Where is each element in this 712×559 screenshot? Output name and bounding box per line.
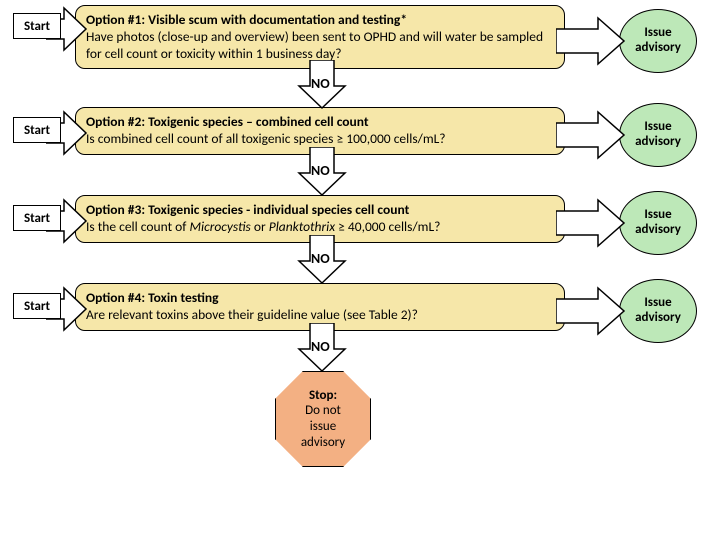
issue-line2: advisory [635,223,681,238]
option-title: Option #4: Toxin testing [86,289,219,306]
no-label: NO [311,75,330,92]
no-label: NO [311,250,330,267]
issue-line2: advisory [635,311,681,326]
option-title: Option #2: Toxigenic species – combined … [86,113,369,130]
start-box-3: Start [13,205,61,231]
option-body-after: ≥ 40,000 cells/mL? [335,218,440,235]
stop-octagon: Stop: Do not issue advisory [275,371,371,467]
issue-line1: Issue [644,296,671,311]
option-italic-2: Planktothrix [269,218,335,235]
stop-title: Stop: [309,388,337,404]
issue-advisory-ellipse-2: Issue advisory [619,103,697,167]
option-body: Have photos (close-up and overview) been… [86,28,543,62]
start-box-4: Start [13,293,61,319]
arrow-right-icon [556,286,626,336]
start-label: Start [24,123,50,138]
issue-line1: Issue [644,26,671,41]
option-body: Are relevant toxins above their guidelin… [86,306,418,323]
option-body: Is combined cell count of all toxigenic … [86,130,446,147]
arrow-right-icon [556,110,626,160]
stop-line4: advisory [301,435,345,451]
issue-advisory-ellipse-4: Issue advisory [619,279,697,343]
issue-line2: advisory [635,135,681,150]
start-label: Start [24,19,50,34]
stop-line3: issue [310,419,336,435]
issue-advisory-ellipse-1: Issue advisory [619,9,697,73]
option-title: Option #1: Visible scum with documentati… [86,11,407,28]
no-label: NO [311,338,330,355]
issue-advisory-ellipse-3: Issue advisory [619,191,697,255]
start-label: Start [24,211,50,226]
option-mid: or [251,218,269,235]
start-label: Start [24,299,50,314]
issue-line1: Issue [644,208,671,223]
arrow-right-icon [556,198,626,248]
start-box-2: Start [13,117,61,143]
start-box-1: Start [13,13,61,39]
arrow-right-icon [556,16,626,66]
issue-line2: advisory [635,41,681,56]
option-italic-1: Microcystis [189,218,250,235]
stop-line2: Do not [305,403,341,419]
option-title: Option #3: Toxigenic species - individua… [86,201,409,218]
issue-line1: Issue [644,120,671,135]
option-body-before: Is the cell count of [86,218,189,235]
flowchart-root: Start Option #1: Visible scum with docum… [0,0,712,559]
no-label: NO [311,162,330,179]
